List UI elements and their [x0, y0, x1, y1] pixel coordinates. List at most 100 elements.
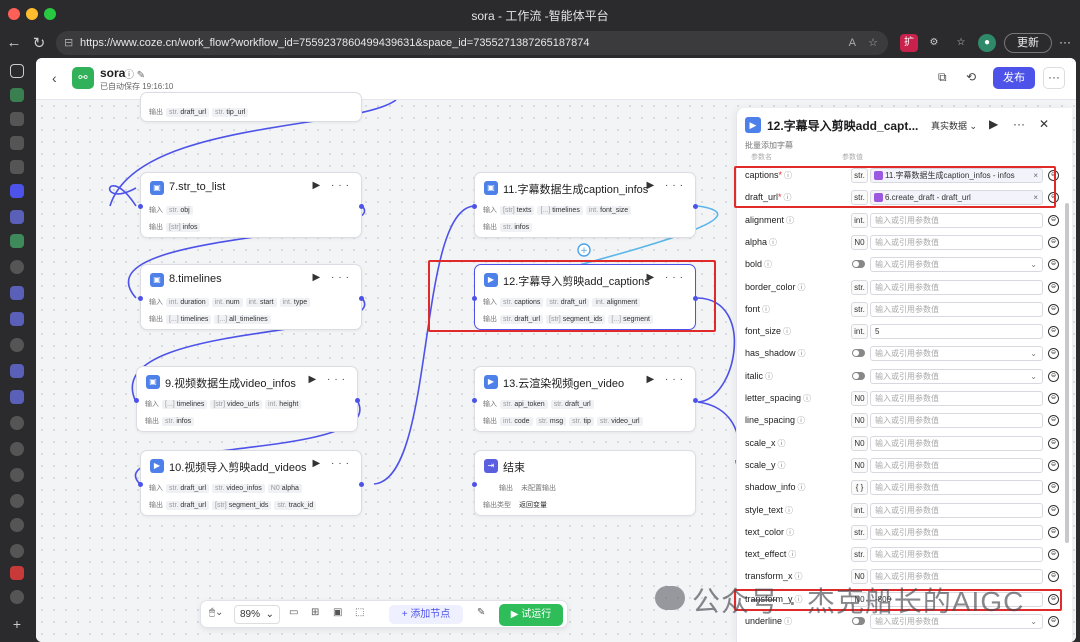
tab-icon[interactable] [10, 64, 24, 78]
tab-icon[interactable] [10, 566, 24, 580]
node-add-videos[interactable]: ▶ 10.视频导入剪映add_videos ▶ ··· 输入 str. draft_… [138, 450, 364, 516]
node-caption-infos[interactable]: ▣ 11.字幕数据生成caption_infos ▶ ··· 输入 [str] te… [472, 172, 698, 238]
output-port[interactable] [359, 482, 364, 487]
chevron-down-icon[interactable]: ⌄ [1030, 370, 1037, 383]
node-controls[interactable]: ▶ ··· [647, 374, 687, 385]
info-icon[interactable]: ⓘ [785, 506, 793, 515]
param-value-input[interactable]: 输入或引用参数值 [870, 502, 1043, 518]
info-icon[interactable]: ⓘ [783, 327, 791, 336]
globe-icon[interactable] [10, 338, 24, 352]
publish-button[interactable]: 发布 [993, 67, 1035, 89]
param-value-input[interactable]: 输入或引用参数值 ⌄ [870, 257, 1043, 273]
data-mode-select[interactable]: 真实数据 ⌄ [931, 119, 977, 132]
globe-icon[interactable] [10, 544, 24, 558]
profile-avatar-icon[interactable]: ● [978, 34, 996, 52]
param-value-input[interactable]: 输入或引用参数值 [870, 234, 1043, 250]
reference-picker-icon[interactable]: ⊖ [1048, 571, 1059, 583]
zoom-select[interactable]: 89% ⌄ [234, 605, 280, 624]
favorites-icon[interactable]: ☆ [952, 34, 970, 52]
info-icon[interactable]: ⓘ [764, 260, 772, 269]
toggle-switch[interactable] [852, 349, 865, 358]
node-timelines[interactable]: ▣ 8.timelines ▶ ··· 输入 int. duration int. nu… [138, 264, 364, 330]
reference-picker-icon[interactable]: ⊖ [1048, 526, 1059, 538]
node-gen-video[interactable]: ▶ 13.云渲染视频gen_video ▶ ··· 输入 str. api_toke… [472, 366, 698, 432]
back-arrow-icon[interactable]: ← [5, 34, 23, 51]
reference-picker-icon[interactable]: ⊖ [1048, 459, 1059, 471]
close-panel-icon[interactable]: ✕ [1039, 117, 1049, 131]
param-type[interactable]: str. [851, 279, 868, 295]
reference-picker-icon[interactable]: ⊖ [1048, 415, 1059, 427]
globe-icon[interactable] [10, 494, 24, 508]
reference-picker-icon[interactable]: ⊖ [1048, 303, 1059, 315]
reference-picker-icon[interactable]: ⊖ [1048, 259, 1059, 271]
node-controls[interactable]: ▶ ··· [313, 180, 353, 191]
param-value-input[interactable]: 输入或引用参数值 [870, 391, 1043, 406]
param-type[interactable]: str. [851, 524, 868, 540]
tab-icon[interactable] [10, 390, 24, 404]
info-icon[interactable]: ⓘ [803, 394, 811, 403]
tab-icon[interactable] [10, 88, 24, 102]
globe-icon[interactable] [10, 468, 24, 482]
extension-icon-red[interactable]: 扩 [900, 34, 918, 52]
history-icon[interactable]: ⟲ [966, 70, 976, 84]
param-value-input[interactable]: 输入或引用参数值 [870, 524, 1043, 540]
fit-view-icon[interactable]: ⬚ [355, 607, 364, 618]
panel-more-icon[interactable]: ··· [1013, 117, 1025, 131]
test-run-button[interactable]: ▶ 试运行 [499, 604, 563, 626]
param-value-input[interactable]: 输入或引用参数值 [870, 279, 1043, 295]
node-controls[interactable]: ▶ ··· [313, 458, 353, 469]
edit-info-icons[interactable]: ⓘ ✎ [124, 66, 145, 81]
info-icon[interactable]: ⓘ [769, 238, 777, 247]
param-type[interactable]: int. [851, 502, 868, 518]
add-node-button[interactable]: + 添加节点 [389, 605, 463, 624]
toggle-switch[interactable] [852, 371, 865, 380]
info-icon[interactable]: ⓘ [788, 550, 796, 559]
tab-icon[interactable] [10, 160, 24, 174]
output-port[interactable] [359, 204, 364, 209]
globe-icon[interactable] [10, 590, 24, 604]
param-value-input[interactable]: 5 [870, 324, 1043, 340]
info-icon[interactable]: ⓘ [762, 305, 770, 314]
layout-icon[interactable]: ⊞ [311, 607, 319, 618]
node-controls[interactable]: ▶ ··· [313, 272, 353, 283]
input-port[interactable] [138, 482, 143, 487]
puzzle-extension-icon[interactable]: ⚙ [925, 34, 943, 52]
output-port[interactable] [355, 398, 360, 403]
reference-picker-icon[interactable]: ⊖ [1048, 214, 1059, 226]
param-value-input[interactable]: 输入或引用参数值 [870, 547, 1043, 563]
reference-picker-icon[interactable]: ⊖ [1048, 437, 1059, 449]
info-icon[interactable]: ⓘ [778, 461, 786, 470]
globe-icon[interactable] [10, 518, 24, 532]
panel-scrollbar[interactable] [1065, 203, 1069, 543]
input-port[interactable] [138, 204, 143, 209]
tab-icon[interactable] [10, 312, 24, 326]
param-value-input[interactable]: 输入或引用参数值 [870, 413, 1043, 429]
mouse-mode-icon[interactable]: 🖱︎⌄ [209, 607, 223, 618]
site-settings-icon[interactable]: ⊟ [64, 31, 73, 55]
globe-icon[interactable] [10, 260, 24, 274]
param-type[interactable]: int. [851, 324, 868, 340]
info-icon[interactable]: ⓘ [778, 439, 786, 448]
info-icon[interactable]: ⓘ [765, 372, 773, 381]
input-port[interactable] [138, 296, 143, 301]
tab-icon[interactable] [10, 286, 24, 300]
chevron-down-icon[interactable]: ⌄ [1030, 615, 1037, 628]
comment-icon[interactable]: ▭ [289, 607, 298, 618]
tab-icon-active[interactable] [10, 184, 24, 198]
input-port[interactable] [472, 398, 477, 403]
info-icon[interactable]: ⓘ [798, 283, 806, 292]
chevron-down-icon[interactable]: ⌄ [1030, 347, 1037, 360]
tab-icon[interactable] [10, 112, 24, 126]
reference-picker-icon[interactable]: ⊖ [1048, 348, 1059, 360]
reference-picker-icon[interactable]: ⊖ [1048, 393, 1059, 404]
reference-picker-icon[interactable]: ⊖ [1048, 549, 1059, 561]
info-icon[interactable]: ⓘ [797, 416, 805, 425]
browser-more-button[interactable]: ··· [1055, 33, 1075, 53]
param-type[interactable]: N0 [851, 435, 868, 451]
param-type[interactable]: int. [851, 212, 868, 228]
address-bar[interactable]: ⊟ https://www.coze.cn/work_flow?workflow… [56, 31, 888, 55]
tab-icon[interactable] [10, 210, 24, 224]
output-port[interactable] [693, 204, 698, 209]
node-controls[interactable]: ▶ ··· [647, 180, 687, 191]
run-node-icon[interactable]: ▶ [989, 117, 998, 131]
